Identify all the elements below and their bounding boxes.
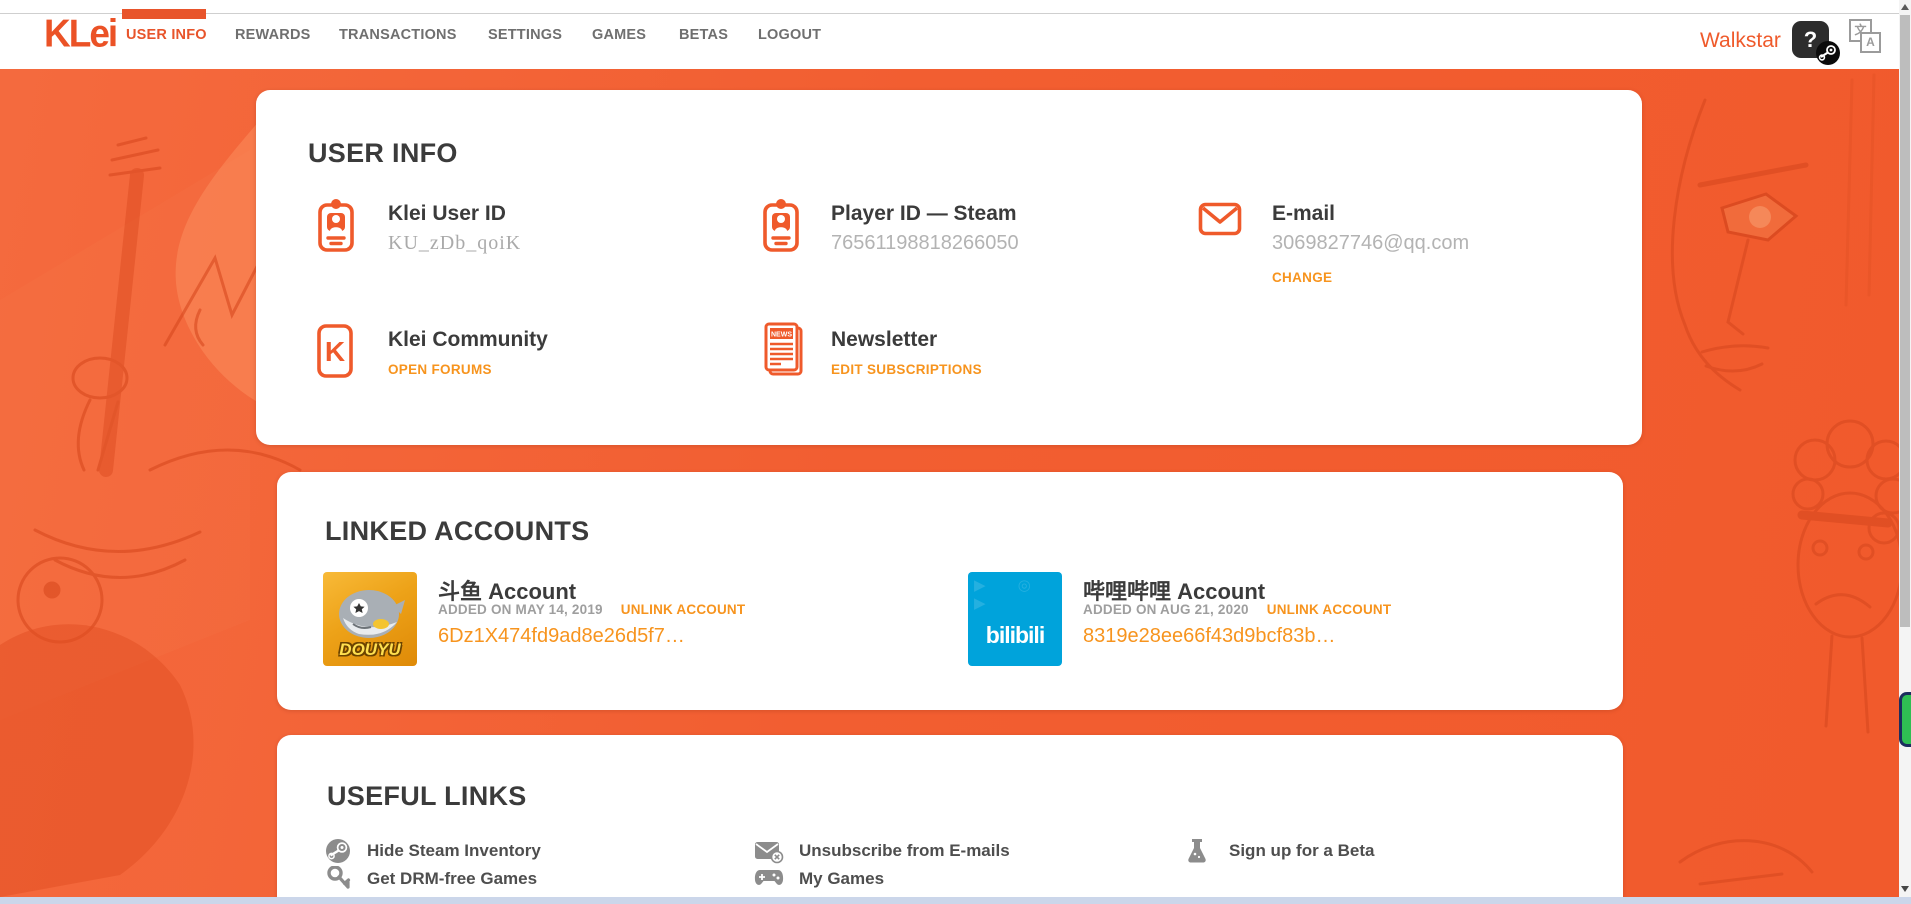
open-forums-link[interactable]: OPEN FORUMS [388,362,492,377]
tab-logout[interactable]: LOGOUT [758,27,821,43]
email-value: 3069827746@qq.com [1272,232,1469,255]
douyu-logo: DOUYU [323,572,417,666]
envelope-icon [1198,202,1242,236]
douyu-added-text: ADDED ON MAY 14, 2019 [438,602,603,617]
player-id-label: Player ID — Steam [831,202,1017,226]
id-badge-icon [316,196,356,254]
klei-account-page: KLei USER INFO REWARDS TRANSACTIONS SETT… [0,0,1911,904]
username-link[interactable]: Walkstar [1700,29,1781,53]
scroll-up-arrow-icon[interactable] [1901,4,1909,10]
douyu-logo-text: DOUYU [323,640,417,660]
douyu-account-hash[interactable]: 6Dz1X474fd9ad8e26d5f7… [438,625,685,648]
vertical-scrollbar-thumb[interactable] [1900,15,1910,627]
klei-logo[interactable]: KLei [44,12,116,56]
active-tab-indicator [122,9,206,19]
svg-text:K: K [325,336,345,367]
douyu-added-date: ADDED ON MAY 14, 2019 UNLINK ACCOUNT [438,602,745,617]
bilibili-unlink-link[interactable]: UNLINK ACCOUNT [1267,602,1392,617]
bilibili-added-text: ADDED ON AUG 21, 2020 [1083,602,1249,617]
sign-up-beta-link[interactable]: Sign up for a Beta [1229,841,1374,861]
tab-settings[interactable]: SETTINGS [488,27,562,43]
useful-links-title: USEFUL LINKS [327,781,527,812]
email-label: E-mail [1272,202,1335,226]
change-email-link[interactable]: CHANGE [1272,270,1332,285]
horizontal-scrollbar[interactable] [0,897,1911,904]
bilibili-logo: ▶ ◎ ▶ bilibili [968,572,1062,666]
user-info-title: USER INFO [308,138,458,169]
user-info-card: USER INFO Klei User ID KU_zDb_qoiK Playe… [256,90,1642,445]
translate-front-glyph: A [1860,32,1881,53]
vertical-scrollbar[interactable] [1899,0,1911,897]
linked-accounts-title: LINKED ACCOUNTS [325,516,590,547]
my-games-link[interactable]: My Games [799,869,884,889]
useful-links-card: USEFUL LINKS Hide Steam Inventory Get DR… [277,735,1623,904]
bilibili-logo-text: bilibili [968,622,1062,649]
key-icon [327,866,351,892]
klei-user-id-value: KU_zDb_qoiK [388,232,521,255]
scroll-down-arrow-icon[interactable] [1901,886,1909,892]
newsletter-icon: NEWS [761,320,805,380]
tab-games[interactable]: GAMES [592,27,646,43]
newsletter-label: Newsletter [831,328,937,352]
steam-badge-icon [1816,41,1840,65]
top-nav-bar: KLei USER INFO REWARDS TRANSACTIONS SETT… [0,0,1899,69]
bilibili-logo-pattern: ▶ ◎ ▶ [974,576,1062,612]
bilibili-added-date: ADDED ON AUG 21, 2020 UNLINK ACCOUNT [1083,602,1391,617]
nav-top-border [0,13,1899,14]
tab-transactions[interactable]: TRANSACTIONS [339,27,457,43]
get-drm-free-games-link[interactable]: Get DRM-free Games [367,869,537,889]
hide-steam-inventory-link[interactable]: Hide Steam Inventory [367,841,541,861]
gamepad-icon [754,867,784,889]
linked-accounts-card: LINKED ACCOUNTS DOUYU 斗鱼 Account ADDED O… [277,472,1623,710]
klei-community-icon: K [316,322,354,380]
translate-icon[interactable]: 文 A [1849,19,1881,57]
bilibili-account-hash[interactable]: 8319e28ee66f43d9bcf83b… [1083,625,1335,648]
id-badge-icon [761,196,801,254]
player-id-value: 76561198818266050 [831,232,1019,255]
edit-subscriptions-link[interactable]: EDIT SUBSCRIPTIONS [831,362,982,377]
tab-rewards[interactable]: REWARDS [235,27,311,43]
steam-icon [325,838,351,864]
svg-text:NEWS: NEWS [771,332,792,339]
tab-user-info[interactable]: USER INFO [126,27,207,43]
unsubscribe-emails-link[interactable]: Unsubscribe from E-mails [799,841,1010,861]
klei-community-label: Klei Community [388,328,548,352]
mail-unsubscribe-icon [754,840,784,864]
klei-user-id-label: Klei User ID [388,202,506,226]
tab-betas[interactable]: BETAS [679,27,728,43]
beta-flask-icon [1186,838,1208,864]
douyu-unlink-link[interactable]: UNLINK ACCOUNT [621,602,746,617]
floating-widget-handle[interactable] [1899,692,1911,747]
